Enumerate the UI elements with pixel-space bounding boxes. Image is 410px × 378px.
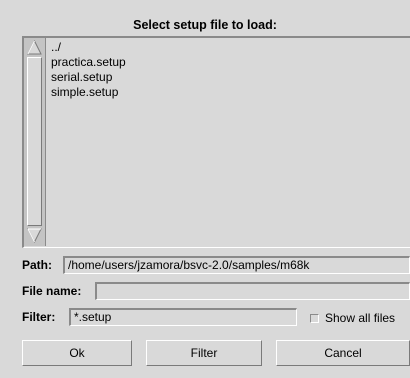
path-field[interactable]: /home/users/jzamora/bsvc-2.0/samples/m68…: [63, 256, 410, 274]
arrow-down-icon[interactable]: [27, 228, 42, 243]
show-all-files-toggle[interactable]: Show all files: [310, 310, 395, 326]
path-label: Path:: [22, 258, 52, 272]
show-all-files-label: Show all files: [325, 311, 396, 325]
arrow-up-icon[interactable]: [27, 40, 42, 55]
ok-button[interactable]: Ok: [22, 340, 132, 366]
file-list: ../ practica.setup serial.setup simple.s…: [48, 38, 410, 247]
filter-button[interactable]: Filter: [146, 340, 262, 366]
dialog-title: Select setup file to load:: [133, 18, 277, 32]
list-item[interactable]: practica.setup: [48, 55, 410, 70]
scrollbar-thumb[interactable]: [27, 57, 42, 226]
file-list-frame: ../ practica.setup serial.setup simple.s…: [22, 36, 410, 248]
filter-label: Filter:: [22, 310, 56, 324]
file-name-label: File name:: [22, 284, 82, 298]
list-item[interactable]: ../: [48, 40, 410, 55]
filter-field[interactable]: *.setup: [69, 308, 297, 326]
cancel-button[interactable]: Cancel: [276, 340, 410, 366]
file-list-scrollbar[interactable]: [24, 38, 46, 246]
file-name-field[interactable]: [95, 282, 410, 300]
list-item[interactable]: simple.setup: [48, 85, 410, 100]
list-item[interactable]: serial.setup: [48, 70, 410, 85]
show-all-files-checkbox[interactable]: [310, 313, 319, 323]
